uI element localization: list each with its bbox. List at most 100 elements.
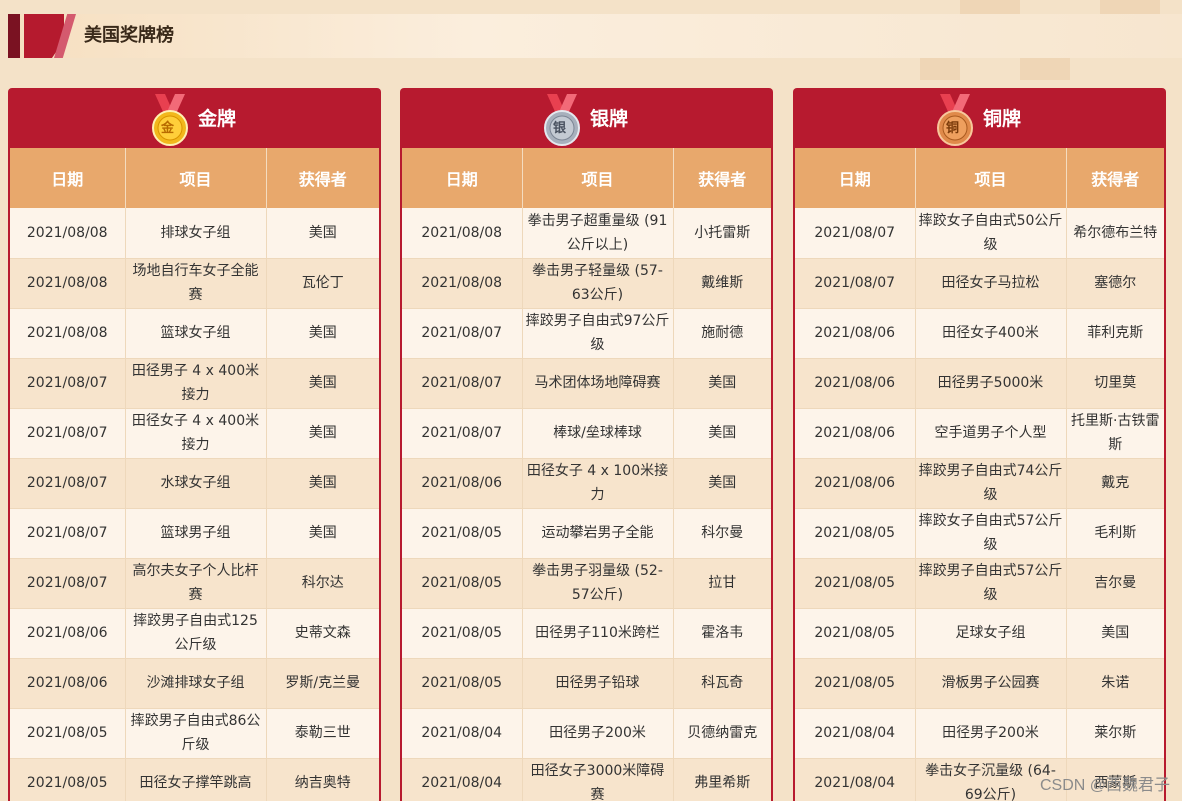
table-row: 2021/08/08 篮球女子组 美国 — [10, 308, 379, 359]
table-row: 2021/08/06 摔跤男子自由式74公斤级 戴克 — [795, 458, 1164, 509]
table-row: 2021/08/07 田径男子 4 x 400米接力 美国 — [10, 358, 379, 409]
cell-event: 篮球男子组 — [125, 508, 267, 559]
cell-winner: 美国 — [266, 308, 379, 359]
cell-event: 空手道男子个人型 — [915, 408, 1067, 459]
silver-medal-panel: 银 银牌 日期 项目 获得者 2021/08/08 拳击男子超重量级 (91公斤以… — [400, 88, 773, 801]
cell-date: 2021/08/07 — [10, 458, 126, 509]
cell-winner: 科尔曼 — [673, 508, 771, 559]
table-row: 2021/08/07 田径女子马拉松 塞德尔 — [795, 258, 1164, 309]
cell-event: 滑板男子公园赛 — [915, 658, 1067, 709]
cell-date: 2021/08/04 — [402, 758, 523, 801]
table-row: 2021/08/07 高尔夫女子个人比杆赛 科尔达 — [10, 558, 379, 609]
cell-winner: 小托雷斯 — [673, 208, 771, 259]
cell-date: 2021/08/07 — [10, 508, 126, 559]
cell-date: 2021/08/08 — [402, 208, 523, 259]
cell-winner: 美国 — [266, 358, 379, 409]
cell-event: 田径女子撑竿跳高 — [125, 758, 267, 801]
cell-winner: 瓦伦丁 — [266, 258, 379, 309]
table-row: 2021/08/05 摔跤男子自由式57公斤级 吉尔曼 — [795, 558, 1164, 609]
panel-title: 银 银牌 — [400, 88, 773, 148]
panel-label: 铜牌 — [983, 108, 1022, 130]
table-row: 2021/08/08 拳击男子轻量级 (57-63公斤) 戴维斯 — [402, 258, 771, 309]
medal-table: 日期 项目 获得者 2021/08/07 摔跤女子自由式50公斤级 希尔德布兰特 20… — [795, 148, 1164, 801]
cell-event: 排球女子组 — [125, 208, 267, 259]
table-row: 2021/08/04 田径女子3000米障碍赛 弗里希斯 — [402, 758, 771, 801]
column-header-winner: 获得者 — [673, 148, 771, 208]
cell-event: 摔跤女子自由式50公斤级 — [915, 208, 1067, 259]
cell-winner: 吉尔曼 — [1066, 558, 1164, 609]
cell-winner: 托里斯·古铁雷斯 — [1066, 408, 1164, 459]
cell-winner: 拉甘 — [673, 558, 771, 609]
watermark: CSDN @西魏君子 — [1039, 777, 1170, 794]
cell-date: 2021/08/07 — [402, 358, 523, 409]
cell-winner: 戴维斯 — [673, 258, 771, 309]
cell-winner: 塞德尔 — [1066, 258, 1164, 309]
panel-title: 铜 铜牌 — [793, 88, 1166, 148]
table-row: 2021/08/05 田径男子110米跨栏 霍洛韦 — [402, 608, 771, 659]
column-header-event: 项目 — [125, 148, 267, 208]
cell-event: 摔跤男子自由式86公斤级 — [125, 708, 267, 759]
table-row: 2021/08/08 排球女子组 美国 — [10, 208, 379, 259]
cell-event: 足球女子组 — [915, 608, 1067, 659]
table-row: 2021/08/07 篮球男子组 美国 — [10, 508, 379, 559]
cell-date: 2021/08/05 — [402, 558, 523, 609]
cell-winner: 纳吉奥特 — [266, 758, 379, 801]
cell-winner: 美国 — [673, 358, 771, 409]
cell-date: 2021/08/07 — [795, 258, 916, 309]
cell-date: 2021/08/05 — [402, 508, 523, 559]
table-row: 2021/08/06 空手道男子个人型 托里斯·古铁雷斯 — [795, 408, 1164, 459]
cell-date: 2021/08/07 — [10, 358, 126, 409]
cell-event: 摔跤女子自由式57公斤级 — [915, 508, 1067, 559]
cell-event: 场地自行车女子全能赛 — [125, 258, 267, 309]
cell-date: 2021/08/06 — [10, 658, 126, 709]
cell-date: 2021/08/05 — [795, 558, 916, 609]
cell-winner: 施耐德 — [673, 308, 771, 359]
cell-winner: 朱诺 — [1066, 658, 1164, 709]
table-row: 2021/08/05 摔跤男子自由式86公斤级 泰勒三世 — [10, 708, 379, 759]
cell-winner: 美国 — [1066, 608, 1164, 659]
cell-winner: 切里莫 — [1066, 358, 1164, 409]
column-header-date: 日期 — [795, 148, 916, 208]
cell-winner: 霍洛韦 — [673, 608, 771, 659]
cell-winner: 戴克 — [1066, 458, 1164, 509]
cell-date: 2021/08/06 — [402, 458, 523, 509]
cell-winner: 泰勒三世 — [266, 708, 379, 759]
cell-event: 田径男子铅球 — [522, 658, 674, 709]
table-row: 2021/08/05 田径男子铅球 科瓦奇 — [402, 658, 771, 709]
gold-medal-panel: 金 金牌 日期 项目 获得者 2021/08/08 排球女子组 美国 2021/08/… — [8, 88, 381, 801]
cell-event: 棒球/垒球棒球 — [522, 408, 674, 459]
cell-event: 田径女子400米 — [915, 308, 1067, 359]
cell-event: 田径男子200米 — [915, 708, 1067, 759]
cell-date: 2021/08/04 — [795, 758, 916, 801]
cell-event: 沙滩排球女子组 — [125, 658, 267, 709]
cell-date: 2021/08/08 — [402, 258, 523, 309]
cell-winner: 美国 — [673, 458, 771, 509]
table-row: 2021/08/06 田径男子5000米 切里莫 — [795, 358, 1164, 409]
panel-label: 金牌 — [198, 108, 237, 130]
bronze-medal-panel: 铜 铜牌 日期 项目 获得者 2021/08/07 摔跤女子自由式50公斤级 希尔德… — [793, 88, 1166, 801]
table-row: 2021/08/07 摔跤女子自由式50公斤级 希尔德布兰特 — [795, 208, 1164, 259]
cell-event: 摔跤男子自由式57公斤级 — [915, 558, 1067, 609]
table-row: 2021/08/05 田径女子撑竿跳高 纳吉奥特 — [10, 758, 379, 801]
cell-event: 摔跤男子自由式74公斤级 — [915, 458, 1067, 509]
cell-event: 田径女子 4 x 400米接力 — [125, 408, 267, 459]
cell-winner: 科瓦奇 — [673, 658, 771, 709]
cell-date: 2021/08/07 — [402, 308, 523, 359]
column-header-winner: 获得者 — [266, 148, 379, 208]
cell-event: 田径男子5000米 — [915, 358, 1067, 409]
cell-winner: 史蒂文森 — [266, 608, 379, 659]
cell-winner: 毛利斯 — [1066, 508, 1164, 559]
column-header-event: 项目 — [522, 148, 674, 208]
cell-date: 2021/08/08 — [10, 258, 126, 309]
cell-date: 2021/08/06 — [795, 408, 916, 459]
cell-date: 2021/08/06 — [795, 458, 916, 509]
column-header-event: 项目 — [915, 148, 1067, 208]
cell-winner: 菲利克斯 — [1066, 308, 1164, 359]
cell-event: 高尔夫女子个人比杆赛 — [125, 558, 267, 609]
table-row: 2021/08/05 滑板男子公园赛 朱诺 — [795, 658, 1164, 709]
cell-event: 拳击男子超重量级 (91公斤以上) — [522, 208, 674, 259]
table-row: 2021/08/07 摔跤男子自由式97公斤级 施耐德 — [402, 308, 771, 359]
cell-date: 2021/08/04 — [795, 708, 916, 759]
panel-label: 银牌 — [590, 108, 629, 130]
cell-date: 2021/08/07 — [795, 208, 916, 259]
